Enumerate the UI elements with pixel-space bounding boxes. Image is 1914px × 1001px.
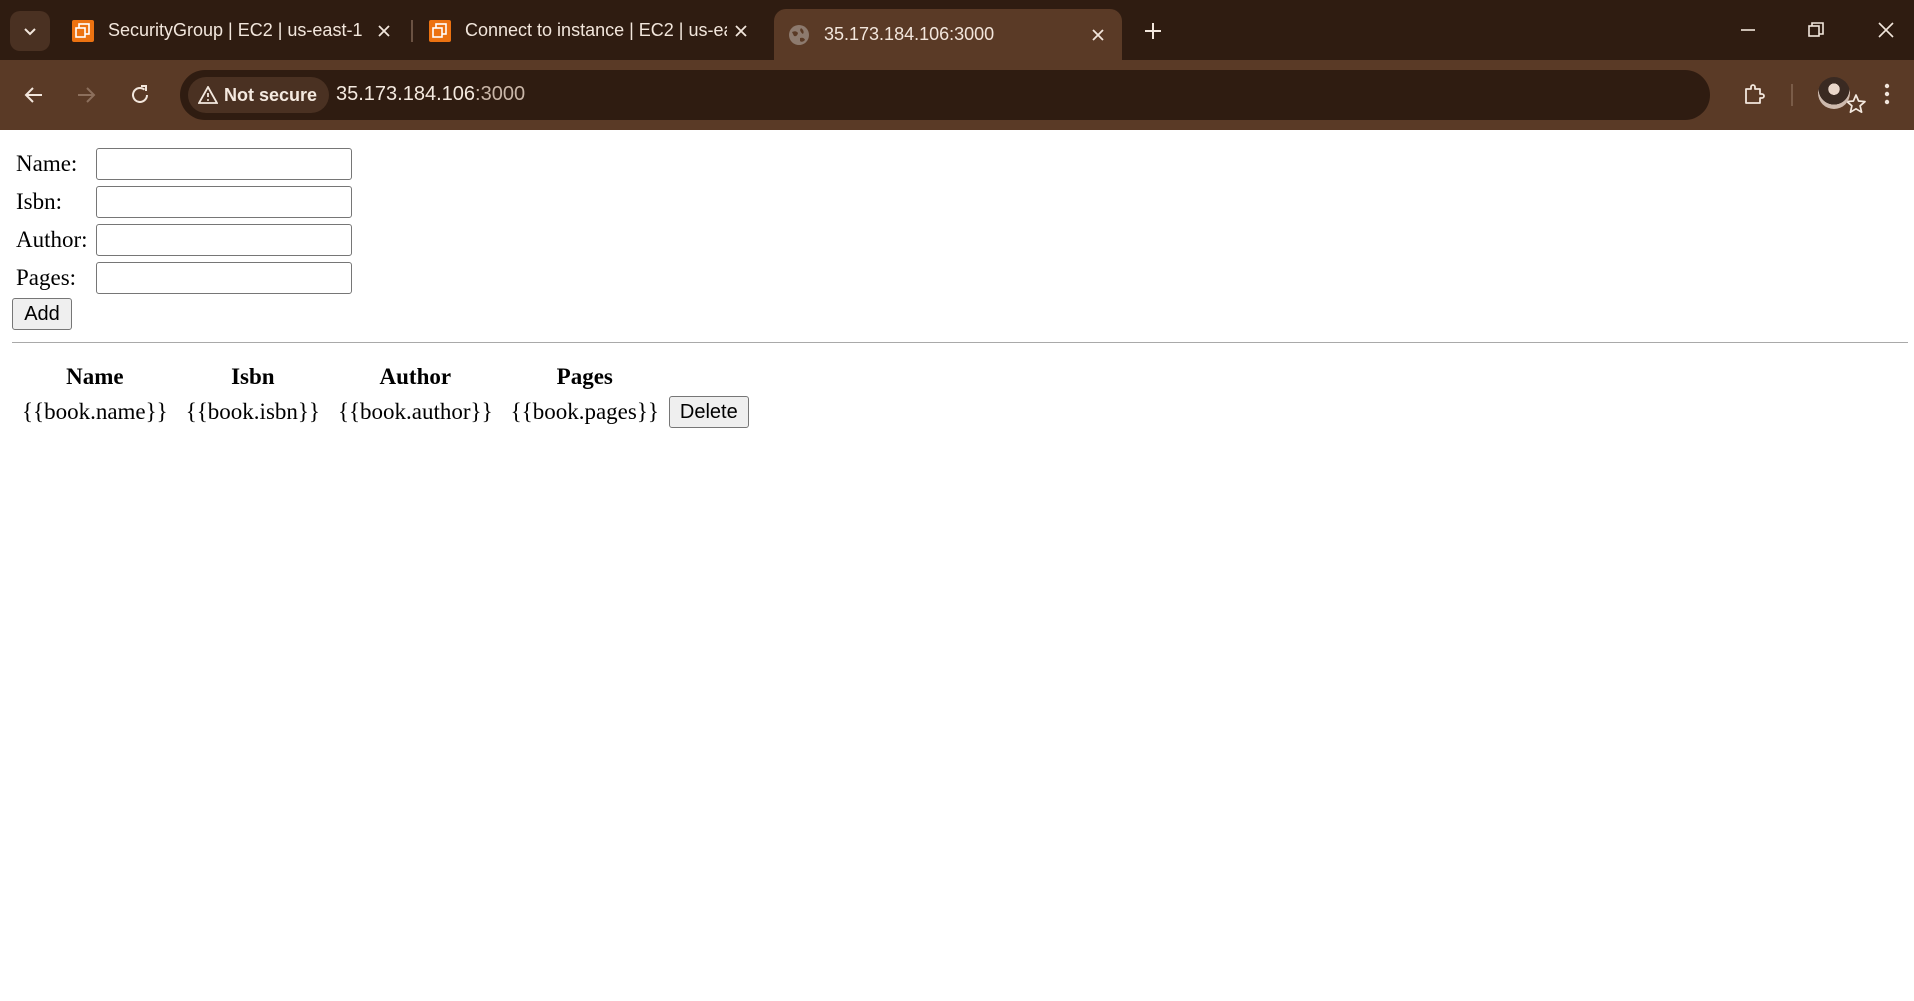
tab-separator [411, 20, 413, 42]
address-bar[interactable]: Not secure 35.173.184.106:3000 [180, 70, 1866, 120]
url-host: 35.173.184.106 [336, 83, 476, 105]
forward-button[interactable] [68, 77, 104, 113]
form-row-pages: Pages: [16, 261, 96, 295]
globe-icon [789, 24, 809, 45]
browser-menu-button[interactable] [1872, 76, 1902, 112]
column-header-actions [669, 358, 749, 392]
cell-book-name: {{book.name}} [22, 399, 168, 424]
tab-search-button[interactable] [10, 11, 50, 51]
url-port: :3000 [475, 83, 526, 105]
isbn-input[interactable] [96, 186, 352, 218]
minimize-icon [1741, 29, 1755, 31]
tab-connect-to-instance[interactable]: Connect to instance | EC2 | us-east-1 [415, 9, 765, 52]
restore-icon [1808, 22, 1824, 37]
form-row-isbn: Isbn: [16, 185, 96, 219]
profile-avatar[interactable] [1818, 77, 1850, 109]
forward-arrow-icon [78, 87, 96, 103]
tab-securitygroup[interactable]: SecurityGroup | EC2 | us-east-1 [58, 9, 408, 52]
cell-book-author: {{book.author}} [337, 399, 493, 424]
restore-button[interactable] [1794, 10, 1838, 50]
cell-book-pages: {{book.pages}} [510, 399, 659, 424]
page-content: Name: Isbn: Author: Pages: Add Name Isbn… [0, 130, 1914, 1001]
form-row-name: Name: [16, 147, 96, 181]
not-secure-label: Not secure [224, 84, 318, 105]
tab-active-page[interactable]: 35.173.184.106:3000 [774, 9, 1122, 60]
close-tab-icon[interactable] [370, 17, 398, 45]
name-label: Name: [16, 151, 78, 176]
chevron-down-icon [24, 28, 36, 36]
aws-ec2-icon [429, 19, 451, 42]
form-row-author: Author: [16, 223, 96, 257]
tab-strip: SecurityGroup | EC2 | us-east-1 Connect … [0, 0, 1914, 60]
books-table: Name Isbn Author Pages {{book.name}} {{b… [12, 356, 751, 432]
warning-icon [198, 86, 218, 104]
close-window-button[interactable] [1864, 10, 1908, 50]
tab-title: SecurityGroup | EC2 | us-east-1 [108, 20, 363, 40]
kebab-menu-icon [1884, 83, 1890, 105]
column-header-author: Author [379, 364, 452, 389]
delete-button[interactable]: Delete [668, 396, 749, 428]
table-row: {{book.name}} {{book.isbn}} {{book.autho… [14, 394, 749, 430]
aws-ec2-icon [72, 19, 94, 42]
browser-toolbar: Not secure 35.173.184.106:3000 [0, 60, 1914, 130]
divider [12, 342, 1908, 343]
cell-book-isbn: {{book.isbn}} [185, 399, 320, 424]
close-icon [1878, 22, 1894, 38]
plus-icon [1145, 23, 1161, 39]
extensions-button[interactable] [1736, 76, 1772, 112]
column-header-name: Name [66, 364, 124, 389]
minimize-button[interactable] [1726, 10, 1770, 50]
site-security-chip[interactable]: Not secure [188, 77, 330, 113]
tab-title: Connect to instance | EC2 | us-east-1 [465, 20, 727, 40]
cell-actions: Delete [668, 394, 749, 430]
pages-input[interactable] [96, 262, 352, 294]
pages-label: Pages: [16, 265, 77, 290]
back-button[interactable] [16, 77, 52, 113]
column-header-isbn: Isbn [231, 364, 275, 389]
url-text[interactable]: 35.173.184.106:3000 [336, 83, 525, 106]
add-button[interactable]: Add [12, 298, 72, 330]
new-tab-button[interactable] [1136, 14, 1170, 48]
tab-title: 35.173.184.106:3000 [824, 24, 995, 44]
back-arrow-icon [24, 87, 42, 103]
column-header-pages: Pages [556, 364, 613, 389]
toolbar-separator [1791, 84, 1793, 106]
close-tab-icon[interactable] [1084, 21, 1112, 49]
reload-button[interactable] [122, 77, 158, 113]
isbn-label: Isbn: [16, 189, 62, 214]
puzzle-icon [1745, 84, 1765, 104]
close-tab-icon[interactable] [727, 17, 755, 45]
reload-icon [132, 85, 148, 103]
table-header-row: Name Isbn Author Pages [14, 358, 749, 392]
name-input[interactable] [96, 148, 352, 180]
author-label: Author: [16, 227, 88, 252]
author-input[interactable] [96, 224, 352, 256]
